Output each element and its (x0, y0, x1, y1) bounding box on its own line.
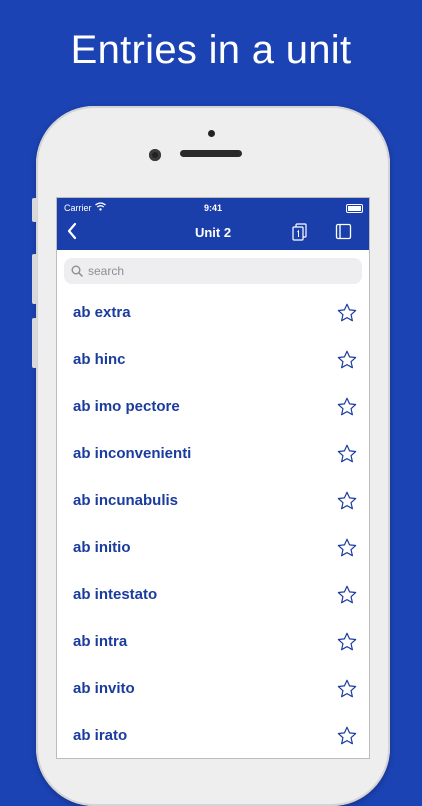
entry-label: ab intra (73, 633, 128, 650)
list-item[interactable]: ab hinc (57, 337, 369, 384)
entry-label: ab extra (73, 304, 131, 321)
list-item[interactable]: ab intra (57, 619, 369, 666)
star-outline-icon[interactable] (336, 490, 358, 517)
status-time: 9:41 (203, 203, 222, 213)
flashcards-button[interactable] (291, 223, 309, 246)
battery-icon (346, 204, 363, 213)
search-input[interactable]: search (64, 258, 362, 284)
entry-label: ab incunabulis (73, 492, 179, 509)
star-outline-icon[interactable] (336, 584, 358, 611)
list-item[interactable]: ab irato (57, 713, 369, 758)
star-outline-icon[interactable] (336, 396, 358, 423)
star-outline-icon[interactable] (336, 678, 358, 705)
promo-headline: Entries in a unit (70, 28, 352, 72)
star-outline-icon[interactable] (336, 725, 358, 752)
list-item[interactable]: ab incunabulis (57, 478, 369, 525)
page-title: Unit 2 (194, 225, 232, 240)
entry-label: ab initio (73, 539, 131, 556)
list-item[interactable]: ab initio (57, 525, 369, 572)
mute-switch (32, 198, 37, 222)
search-icon (71, 265, 83, 277)
volume-up-button (32, 254, 37, 304)
list-item[interactable]: ab extra (57, 290, 369, 337)
entry-label: ab hinc (73, 351, 126, 368)
front-camera (149, 149, 161, 161)
book-icon (335, 223, 352, 240)
list-item[interactable]: ab imo pectore (57, 384, 369, 431)
entry-label: ab inconvenienti (73, 445, 192, 462)
entry-label: ab irato (73, 727, 128, 744)
entry-list: ab extra ab hinc ab imo pectore ab inconven… (57, 290, 369, 758)
navigation-bar: Carrier 9:41 Unit 2 (57, 198, 369, 250)
earpiece-speaker (180, 150, 242, 157)
star-outline-icon[interactable] (336, 537, 358, 564)
proximity-sensor (208, 130, 215, 137)
volume-down-button (32, 318, 37, 368)
app-screen: Carrier 9:41 Unit 2 search ab extra ab h… (56, 197, 370, 759)
entry-label: ab intestato (73, 586, 158, 603)
list-item[interactable]: ab invito (57, 666, 369, 713)
star-outline-icon[interactable] (336, 443, 358, 470)
star-outline-icon[interactable] (336, 349, 358, 376)
search-placeholder: search (88, 264, 125, 278)
star-outline-icon[interactable] (336, 302, 358, 329)
star-outline-icon[interactable] (336, 631, 358, 658)
status-bar: Carrier 9:41 (57, 198, 369, 218)
entry-label: ab imo pectore (73, 398, 180, 415)
book-button[interactable] (335, 223, 352, 245)
flashcard-icon (292, 223, 307, 241)
entry-label: ab invito (73, 680, 135, 697)
list-item[interactable]: ab intestato (57, 572, 369, 619)
list-item[interactable]: ab inconvenienti (57, 431, 369, 478)
